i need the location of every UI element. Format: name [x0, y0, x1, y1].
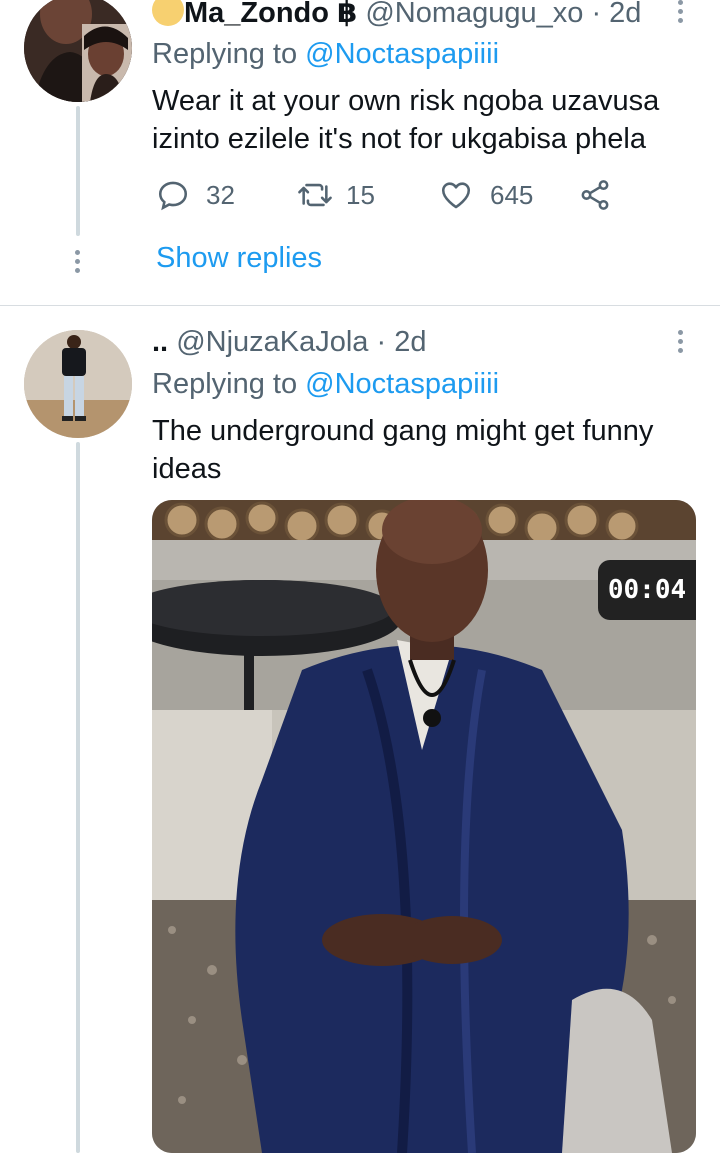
tweet1-replying-to: Replying to @Noctaspapiiii	[152, 38, 499, 71]
tweet1-handle[interactable]: @Nomagugu_xo	[365, 0, 583, 29]
replying-prefix: Replying to	[152, 38, 298, 70]
thread-line-1	[76, 106, 80, 236]
tweet2-header: .. @NjuzaKaJola · 2d	[152, 326, 427, 359]
tweet1-header: Ma_Zondo ฿ @Nomagugu_xo · 2d	[152, 0, 641, 30]
thread-line-2	[76, 442, 80, 1153]
tweet2-handle[interactable]: @NjuzaKaJola	[176, 326, 368, 358]
more-icon[interactable]	[678, 0, 684, 27]
share-icon	[581, 180, 609, 210]
replying-handle-link[interactable]: @Noctaspapiiii	[305, 368, 499, 400]
share-button[interactable]	[578, 178, 612, 212]
tweet1-text-line1: Wear it at your own risk ngoba uzavusa	[152, 85, 660, 117]
tweet-divider	[0, 305, 720, 306]
tweet2-text: The underground gang might get funny ide…	[152, 412, 653, 488]
like-button[interactable]: 645	[438, 178, 533, 212]
like-icon	[441, 182, 471, 209]
tweet2-display-name[interactable]: ..	[152, 326, 168, 358]
reply-button[interactable]: 32	[156, 178, 235, 212]
reply-icon	[158, 181, 188, 211]
sun-emoji-icon	[152, 0, 184, 26]
retweet-icon	[298, 183, 332, 207]
thread-more-dots	[75, 250, 81, 277]
tweet1-display-name[interactable]: Ma_Zondo	[184, 0, 329, 29]
tweet2-replying-to: Replying to @Noctaspapiiii	[152, 368, 499, 401]
tweet2-media-image[interactable]: 00:04	[152, 500, 696, 1153]
tweet1-time[interactable]: · 2d	[591, 0, 641, 29]
replying-prefix: Replying to	[152, 368, 298, 400]
avatar-photo	[24, 0, 132, 102]
tweet2-time[interactable]: · 2d	[377, 326, 427, 358]
baht-symbol: ฿	[337, 0, 358, 29]
show-replies-link[interactable]: Show replies	[156, 242, 322, 275]
retweet-count: 15	[346, 179, 375, 210]
tweet1-text: Wear it at your own risk ngoba uzavusa i…	[152, 82, 659, 158]
tweet2-text-line1: The underground gang might get funny	[152, 415, 654, 447]
tweet2-text-line2: ideas	[152, 453, 222, 485]
video-timer-badge: 00:04	[598, 560, 696, 620]
like-count: 645	[490, 179, 534, 210]
avatar-njuzakajola[interactable]	[24, 330, 132, 438]
reply-count: 32	[206, 179, 235, 210]
more-icon[interactable]	[678, 330, 684, 357]
tweet1-text-line2: izinto ezilele it's not for ukgabisa phe…	[152, 123, 646, 155]
avatar-ma-zondo[interactable]	[24, 0, 132, 102]
retweet-button[interactable]: 15	[296, 178, 375, 212]
replying-handle-link[interactable]: @Noctaspapiiii	[305, 38, 499, 70]
avatar-photo	[24, 330, 132, 438]
